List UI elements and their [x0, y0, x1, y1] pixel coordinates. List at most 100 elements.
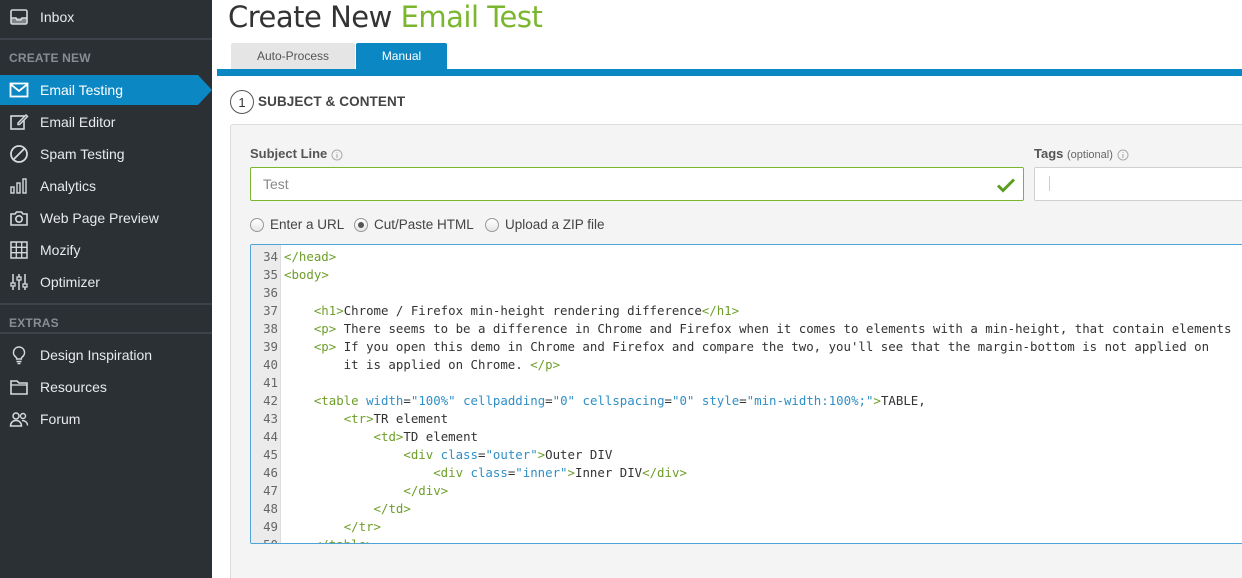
active-indicator [198, 75, 212, 105]
code-text: <tr>TR element [343, 411, 449, 426]
line-number: 40 [263, 357, 278, 372]
sidebar-item-forum[interactable]: Forum [0, 404, 212, 434]
line-number: 35 [263, 267, 278, 282]
code-text: it is applied on Chrome. </p> [284, 357, 561, 372]
code-line: 40 it is applied on Chrome. </p> [251, 356, 1242, 374]
radio-button[interactable] [250, 217, 264, 232]
sidebar-item-label: Inbox [40, 9, 75, 25]
radio-cut-paste-html[interactable]: Cut/Paste HTML [354, 217, 474, 232]
camera-icon [9, 208, 29, 228]
step-title: SUBJECT & CONTENT [258, 94, 406, 109]
sidebar-item-email-testing[interactable]: Email Testing [0, 75, 198, 105]
tab-manual[interactable]: Manual [356, 43, 447, 69]
folder-icon [9, 377, 29, 397]
sidebar-item-mozify[interactable]: Mozify [0, 235, 212, 265]
section-header-extras: EXTRAS [9, 316, 59, 330]
code-text: <div class="inner">Inner DIV</div> [433, 465, 687, 480]
code-text: <div class="outer">Outer DIV [403, 447, 613, 462]
sidebar-item-label: Web Page Preview [40, 210, 159, 226]
code-line: 38 <p> There seems to be a difference in… [251, 320, 1242, 338]
code-text: <p> If you open this demo in Chrome and … [313, 339, 1210, 354]
tab-bar-underline [217, 69, 1242, 76]
info-icon [1117, 149, 1129, 161]
radio-button[interactable] [354, 217, 368, 232]
tags-optional-text: (optional) [1067, 149, 1113, 161]
subject-line-label: Subject Line [250, 146, 343, 161]
lightbulb-icon [9, 345, 29, 365]
inbox-icon [9, 7, 29, 27]
radio-label: Upload a ZIP file [505, 217, 605, 232]
tab-auto-process[interactable]: Auto-Process [231, 43, 355, 69]
line-number: 43 [263, 411, 278, 426]
subject-line-input[interactable] [250, 167, 1024, 201]
sidebar-item-label: Spam Testing [40, 146, 125, 162]
html-code-editor[interactable]: 34 </head> 35 <body> 36 37 <h1>Chrome / Firef… [250, 244, 1242, 544]
check-icon [996, 178, 1016, 193]
sidebar-item-inbox[interactable]: Inbox [0, 2, 212, 32]
line-number: 48 [263, 501, 278, 516]
envelope-icon [9, 80, 29, 100]
radio-upload-zip[interactable]: Upload a ZIP file [485, 217, 605, 232]
code-line: 47 </div> [251, 482, 1242, 500]
info-icon [331, 149, 343, 161]
code-text: <body> [284, 267, 329, 282]
code-text: </div> [403, 483, 449, 498]
code-line: 41 [251, 374, 1242, 392]
sidebar-item-label: Resources [40, 379, 107, 395]
code-text: <h1>Chrome / Firefox min-height renderin… [313, 303, 740, 318]
code-line: 48 </td> [251, 500, 1242, 518]
sidebar-item-label: Email Editor [40, 114, 116, 130]
radio-label: Cut/Paste HTML [374, 217, 474, 232]
section-header-create-new: CREATE NEW [9, 51, 91, 65]
sidebar-item-label: Design Inspiration [40, 347, 153, 363]
divider [0, 303, 212, 305]
sidebar-item-optimizer[interactable]: Optimizer [0, 267, 212, 297]
code-text: </head> [284, 249, 337, 264]
sidebar-item-spam-testing[interactable]: Spam Testing [0, 139, 212, 169]
line-number: 46 [263, 465, 278, 480]
code-line: 35 <body> [251, 266, 1242, 284]
line-number: 38 [263, 321, 278, 336]
code-line: 36 [251, 284, 1242, 302]
line-number: 50 [251, 536, 278, 543]
sidebar-item-label: Analytics [40, 178, 97, 194]
code-line: 45 <div class="outer">Outer DIV [251, 446, 1242, 464]
code-line: 39 <p> If you open this demo in Chrome a… [251, 338, 1242, 356]
sidebar-item-design-inspiration[interactable]: Design Inspiration [0, 340, 212, 370]
sidebar-item-analytics[interactable]: Analytics [0, 171, 212, 201]
sidebar-item-email-editor[interactable]: Email Editor [0, 107, 212, 137]
sidebar-item-label: Mozify [40, 242, 81, 258]
no-entry-icon [9, 144, 29, 164]
line-number: 37 [263, 303, 278, 318]
code-line: 46 <div class="inner">Inner DIV</div> [251, 464, 1242, 482]
sidebar: Inbox CREATE NEW Email Testing Email Edi… [0, 0, 212, 578]
sidebar-item-resources[interactable]: Resources [0, 372, 212, 402]
line-number: 36 [263, 285, 278, 300]
code-line: 50 </table> [251, 536, 1242, 543]
code-text: </tr> [343, 519, 381, 534]
radio-button[interactable] [485, 217, 499, 232]
radio-enter-url[interactable]: Enter a URL [250, 217, 344, 232]
line-number: 42 [263, 393, 278, 408]
code-text: <p> There seems to be a difference in Ch… [313, 321, 1232, 336]
sidebar-item-web-page-preview[interactable]: Web Page Preview [0, 203, 212, 233]
code-text: </td> [373, 501, 411, 516]
tags-input-cursor [1049, 176, 1050, 191]
line-number: 41 [263, 375, 278, 390]
sidebar-item-label: Forum [40, 411, 81, 427]
grid-icon [9, 240, 29, 260]
subject-line-label-text: Subject Line [250, 146, 328, 161]
page-title: Create New Email Test [228, 0, 543, 34]
code-line: 37 <h1>Chrome / Firefox min-height rende… [251, 302, 1242, 320]
code-text: <td>TD element [373, 429, 478, 444]
tags-input[interactable] [1034, 167, 1242, 201]
code-line: 49 </tr> [251, 518, 1242, 536]
line-number: 49 [263, 519, 278, 534]
tags-label-text: Tags [1034, 146, 1064, 161]
line-number: 45 [263, 447, 278, 462]
code-line: 43 <tr>TR element [251, 410, 1242, 428]
sliders-icon [9, 272, 29, 292]
edit-icon [9, 112, 29, 132]
code-text: </table> [284, 537, 374, 543]
radio-label: Enter a URL [270, 217, 345, 232]
